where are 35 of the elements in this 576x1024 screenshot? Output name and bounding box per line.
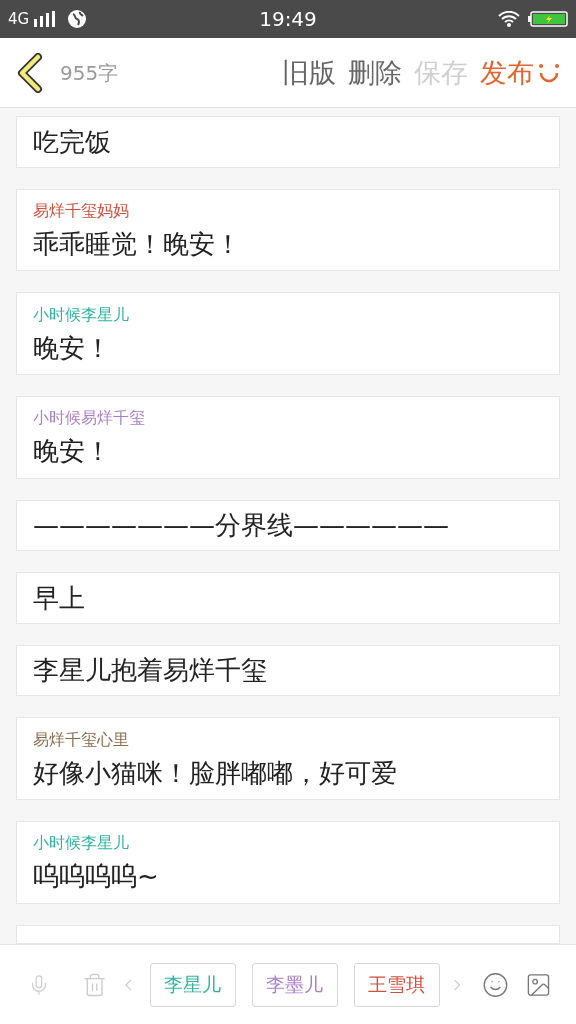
dialogue-text: 晚安！	[33, 334, 112, 361]
word-count: 955字	[60, 59, 119, 87]
battery-icon	[528, 11, 568, 27]
header-action[interactable]: 删除	[348, 59, 402, 86]
globe-icon	[67, 9, 88, 29]
speaker-name: 小时候李星儿	[33, 835, 130, 852]
dialogue-text: 呜呜呜呜~	[33, 863, 160, 890]
wifi-icon	[498, 11, 520, 27]
text-block[interactable]: 吃完饭	[16, 116, 560, 168]
character-tag[interactable]: 王雪琪	[353, 962, 440, 1007]
dialogue-block[interactable]: 易烊千玺心里 好像小猫咪！脸胖嘟嘟，好可爱	[16, 717, 560, 800]
smile-icon	[538, 61, 560, 84]
block-text: 李星儿抱着易烊千玺	[33, 657, 268, 684]
speaker-name: 易烊千玺心里	[33, 731, 130, 748]
block-text: 吃完饭	[33, 128, 112, 155]
dialogue-block[interactable]: 小时候李星儿 晚安！	[16, 292, 560, 375]
speaker-name: 易烊千玺妈妈	[33, 202, 130, 219]
signal-icon	[33, 11, 56, 27]
dialogue-block[interactable]: 易烊千玺妈妈 乖乖睡觉！晚安！	[16, 188, 560, 272]
speaker-name: 小时候李星儿	[33, 306, 130, 323]
block-text: ———————分界线——————	[33, 512, 450, 539]
text-block[interactable]: 李星儿抱着易烊千玺	[16, 644, 560, 697]
network-label: 4G	[8, 8, 30, 30]
back-icon[interactable]	[16, 52, 44, 93]
dialogue-text: 好像小猫咪！脸胖嘟嘟，好可爱	[33, 759, 398, 786]
dialogue-text: 晚安！	[33, 438, 112, 465]
dialogue-block[interactable]: 小时候易烊千玺 晚安！	[16, 395, 560, 479]
dialogue-block[interactable]: 小时候李星儿 呜呜呜呜~	[16, 820, 560, 904]
text-block[interactable]: 早上	[16, 572, 560, 624]
clock-time: 19:49	[259, 6, 317, 33]
block-text: 早上	[33, 584, 86, 611]
speaker-name: 小时候易烊千玺	[33, 410, 146, 427]
dialogue-text: 乖乖睡觉！晚安！	[33, 230, 242, 257]
header-action[interactable]: 旧版	[282, 59, 336, 86]
text-block[interactable]: ———————分界线——————	[16, 499, 560, 552]
